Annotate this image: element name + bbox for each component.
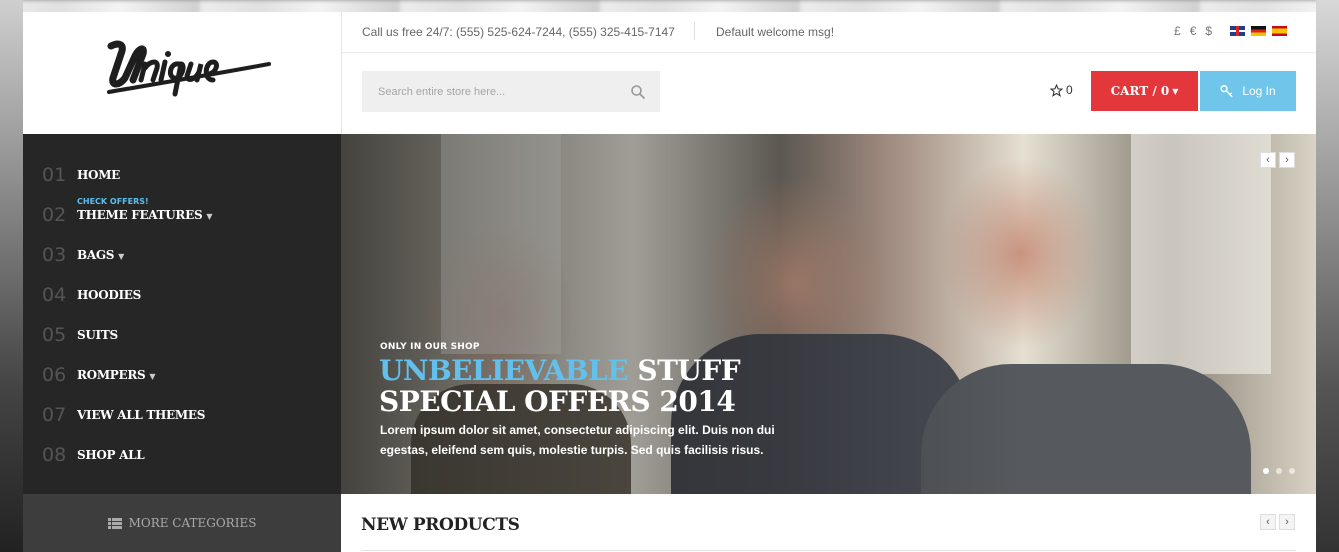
nav-label: SUITS bbox=[77, 328, 118, 342]
top-bar: Call us free 24/7: (555) 525-624-7244, (… bbox=[342, 12, 1316, 53]
nav-label-wrap: ROMPERS ▼ bbox=[77, 368, 156, 382]
more-categories-button[interactable]: MORE CATEGORIES bbox=[23, 494, 341, 552]
slider-dots bbox=[1263, 468, 1295, 474]
prev-slide-button[interactable]: ‹ bbox=[1260, 152, 1276, 168]
products-prev-button[interactable]: ‹ bbox=[1260, 514, 1276, 530]
currency-usd[interactable]: $ bbox=[1205, 24, 1212, 38]
nav-item-bags[interactable]: 03 BAGS ▼ bbox=[23, 230, 341, 270]
nav-number: 05 bbox=[42, 324, 67, 346]
cart-button[interactable]: CART / 0 ▼ bbox=[1091, 71, 1198, 111]
chevron-right-icon: › bbox=[1285, 154, 1289, 166]
nav-number: 04 bbox=[42, 284, 67, 306]
chevron-left-icon: ‹ bbox=[1266, 154, 1270, 166]
new-products-arrows: ‹ › bbox=[1260, 514, 1295, 530]
chevron-left-icon: ‹ bbox=[1266, 516, 1270, 528]
star-icon bbox=[1050, 83, 1063, 97]
nav-item-shop-all[interactable]: 08 SHOP ALL bbox=[23, 430, 341, 470]
key-icon bbox=[1220, 85, 1234, 98]
flag-de-icon[interactable] bbox=[1251, 26, 1266, 36]
language-switcher bbox=[1230, 26, 1287, 36]
section-divider bbox=[361, 550, 1296, 551]
next-slide-button[interactable]: › bbox=[1279, 152, 1295, 168]
nav-label-wrap: THEME FEATURES ▼ bbox=[77, 208, 212, 222]
nav-item-hoodies[interactable]: 04 HOODIES bbox=[23, 270, 341, 310]
caret-down-icon: ▼ bbox=[206, 211, 213, 221]
offer-badge: CHECK OFFERS! bbox=[77, 197, 149, 206]
phone-info: Call us free 24/7: (555) 525-624-7244, (… bbox=[362, 25, 675, 39]
search-input[interactable] bbox=[376, 82, 630, 102]
nav-number: 03 bbox=[42, 244, 67, 266]
nav-label: THEME FEATURES bbox=[77, 208, 203, 222]
nav-item-home[interactable]: 01 HOME bbox=[23, 150, 341, 190]
logo-area[interactable] bbox=[23, 12, 342, 134]
search-box bbox=[362, 71, 660, 112]
nav-number: 01 bbox=[42, 164, 67, 186]
hero-slider[interactable]: ONLY IN OUR SHOP UNBELIEVABLE STUFF SPEC… bbox=[341, 134, 1316, 494]
nav-label: HOODIES bbox=[77, 288, 141, 302]
chevron-right-icon: › bbox=[1285, 516, 1289, 528]
nav-item-rompers[interactable]: 06 ROMPERS ▼ bbox=[23, 350, 341, 390]
nav-label: SHOP ALL bbox=[77, 448, 145, 462]
hero-headline-accent: UNBELIEVABLE bbox=[379, 354, 629, 387]
flag-es-icon[interactable] bbox=[1272, 26, 1287, 36]
nav-label: VIEW ALL THEMES bbox=[77, 408, 206, 422]
more-categories-label: MORE CATEGORIES bbox=[128, 516, 257, 530]
login-button[interactable]: Log In bbox=[1200, 71, 1296, 111]
nav-number: 06 bbox=[42, 364, 67, 386]
list-icon bbox=[107, 517, 122, 529]
nav-label: HOME bbox=[77, 168, 121, 182]
hero-headline-2: SPECIAL OFFERS 2014 bbox=[379, 385, 736, 418]
currency-gbp[interactable]: £ bbox=[1174, 24, 1181, 38]
hero-headline: UNBELIEVABLE STUFF bbox=[379, 354, 741, 387]
nav-label: BAGS bbox=[77, 248, 115, 262]
currency-switcher: £ € $ bbox=[1174, 24, 1212, 38]
hero-description: Lorem ipsum dolor sit amet, consectetur … bbox=[380, 423, 775, 457]
hero-eyebrow: ONLY IN OUR SHOP bbox=[380, 342, 480, 352]
wishlist-link[interactable]: 0 bbox=[1050, 83, 1073, 97]
store-frame: Call us free 24/7: (555) 525-624-7244, (… bbox=[23, 12, 1316, 552]
flag-uk-icon[interactable] bbox=[1230, 26, 1245, 36]
search-icon[interactable] bbox=[630, 84, 646, 100]
cart-label: CART / 0 bbox=[1110, 84, 1170, 98]
nav-item-suits[interactable]: 05 SUITS bbox=[23, 310, 341, 350]
nav-label: ROMPERS bbox=[77, 368, 146, 382]
slide-dot[interactable] bbox=[1263, 468, 1269, 474]
nav-number: 02 bbox=[42, 204, 67, 226]
topbar-divider bbox=[694, 22, 695, 40]
chevron-down-icon: ▼ bbox=[1172, 86, 1179, 96]
slide-dot[interactable] bbox=[1289, 468, 1295, 474]
nav-item-theme-features[interactable]: CHECK OFFERS! 02 THEME FEATURES ▼ bbox=[23, 190, 341, 230]
caret-down-icon: ▼ bbox=[149, 371, 156, 381]
nav-label-wrap: BAGS ▼ bbox=[77, 248, 124, 262]
new-products-heading: NEW PRODUCTS bbox=[361, 515, 520, 535]
login-label: Log In bbox=[1242, 84, 1276, 98]
products-next-button[interactable]: › bbox=[1279, 514, 1295, 530]
category-nav: 01 HOME CHECK OFFERS! 02 THEME FEATURES ▼… bbox=[23, 134, 341, 494]
hero-arrows: ‹ › bbox=[1260, 152, 1295, 168]
wishlist-count: 0 bbox=[1066, 83, 1073, 97]
logo[interactable] bbox=[105, 34, 273, 102]
hero-headline-rest: STUFF bbox=[628, 354, 741, 387]
slide-dot[interactable] bbox=[1276, 468, 1282, 474]
welcome-message: Default welcome msg! bbox=[716, 25, 835, 39]
nav-item-view-all-themes[interactable]: 07 VIEW ALL THEMES bbox=[23, 390, 341, 430]
nav-number: 08 bbox=[42, 444, 67, 466]
currency-eur[interactable]: € bbox=[1190, 24, 1197, 38]
backdrop-right bbox=[1316, 0, 1339, 552]
caret-down-icon: ▼ bbox=[118, 251, 125, 261]
nav-number: 07 bbox=[42, 404, 67, 426]
backdrop-left bbox=[0, 0, 23, 552]
